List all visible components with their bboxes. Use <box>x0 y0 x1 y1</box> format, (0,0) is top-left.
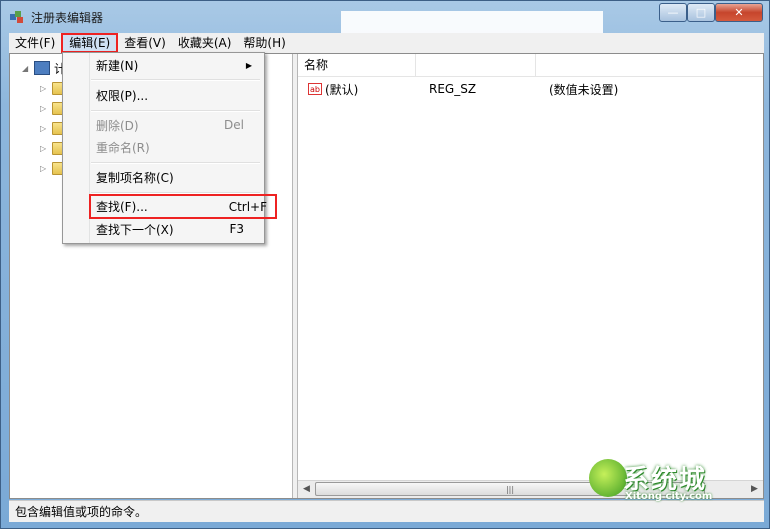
column-header-type[interactable] <box>416 54 536 76</box>
menu-item-label: 重命名(R) <box>96 140 150 155</box>
windows-logo-icon <box>589 459 627 497</box>
title-bar[interactable]: 注册表编辑器 — □ ✕ <box>1 1 770 59</box>
value-type: REG_SZ <box>429 82 477 96</box>
menu-item-delete: 删除(D) Del <box>65 114 260 136</box>
column-header-name[interactable]: 名称 <box>298 54 416 76</box>
menu-view[interactable]: 查看(V) <box>118 33 172 53</box>
list-header: 名称 <box>298 54 763 77</box>
menu-bar: 文件(F) 编辑(E) 查看(V) 收藏夹(A) 帮助(H) <box>9 33 764 53</box>
watermark: 系统城 Xitong city.com <box>589 459 761 505</box>
watermark-subtext: Xitong city.com <box>625 491 713 502</box>
window-title: 注册表编辑器 <box>31 11 104 25</box>
close-button[interactable]: ✕ <box>715 3 763 22</box>
maximize-button[interactable]: □ <box>687 3 715 22</box>
menu-item-label: 权限(P)... <box>96 88 149 103</box>
menu-item-copy-key-name[interactable]: 复制项名称(C) <box>65 166 260 188</box>
minimize-button[interactable]: — <box>659 3 687 22</box>
menu-separator <box>91 162 260 164</box>
value-data: (数值未设置) <box>549 82 619 97</box>
grip-icon: ||| <box>505 484 515 494</box>
ab-string-icon: ab <box>308 83 322 95</box>
collapse-arrow-icon[interactable]: ▷ <box>40 144 48 153</box>
edit-menu-dropdown: 新建(N) ▶ 权限(P)... 删除(D) Del 重命名(R) 复制项名称(… <box>62 52 277 244</box>
menu-item-label: 查找(F)... <box>96 200 148 214</box>
menu-item-label: 新建(N) <box>96 58 139 73</box>
menu-item-label: 查找下一个(X) <box>96 222 174 237</box>
expand-arrow-icon[interactable]: ◢ <box>22 64 30 73</box>
menu-item-shortcut: Del <box>224 118 244 132</box>
menu-item-find[interactable]: 查找(F)... Ctrl+F <box>89 194 277 219</box>
menu-edit[interactable]: 编辑(E) <box>61 33 119 53</box>
column-header-data[interactable] <box>536 54 763 76</box>
collapse-arrow-icon[interactable]: ▷ <box>40 104 48 113</box>
tree-root[interactable]: ◢ 计 <box>22 60 66 76</box>
menu-item-shortcut: F3 <box>229 222 244 236</box>
list-item[interactable]: ab (默认) REG_SZ (数值未设置) <box>298 80 763 98</box>
value-name: (默认) <box>325 82 359 97</box>
menu-separator <box>91 79 260 81</box>
menu-file[interactable]: 文件(F) <box>9 33 61 53</box>
menu-item-label: 复制项名称(C) <box>96 170 174 185</box>
menu-separator <box>91 110 260 112</box>
menu-item-shortcut: Ctrl+F <box>228 199 267 214</box>
collapse-arrow-icon[interactable]: ▷ <box>40 164 48 173</box>
menu-item-rename: 重命名(R) <box>65 136 260 158</box>
menu-item-permissions[interactable]: 权限(P)... <box>65 84 260 106</box>
menu-item-new[interactable]: 新建(N) ▶ <box>65 54 260 76</box>
menu-help[interactable]: 帮助(H) <box>237 33 291 53</box>
values-pane: 名称 ab (默认) REG_SZ (数值未设置) <box>298 54 763 498</box>
submenu-arrow-icon: ▶ <box>245 60 252 70</box>
menu-item-label: 删除(D) <box>96 118 139 133</box>
menu-item-find-next[interactable]: 查找下一个(X) F3 <box>65 218 260 240</box>
computer-icon <box>34 61 50 75</box>
collapse-arrow-icon[interactable]: ▷ <box>40 124 48 133</box>
menu-favorites[interactable]: 收藏夹(A) <box>172 33 238 53</box>
registry-editor-icon <box>10 11 23 23</box>
scroll-left-icon[interactable]: ◀ <box>298 481 315 498</box>
collapse-arrow-icon[interactable]: ▷ <box>40 84 48 93</box>
